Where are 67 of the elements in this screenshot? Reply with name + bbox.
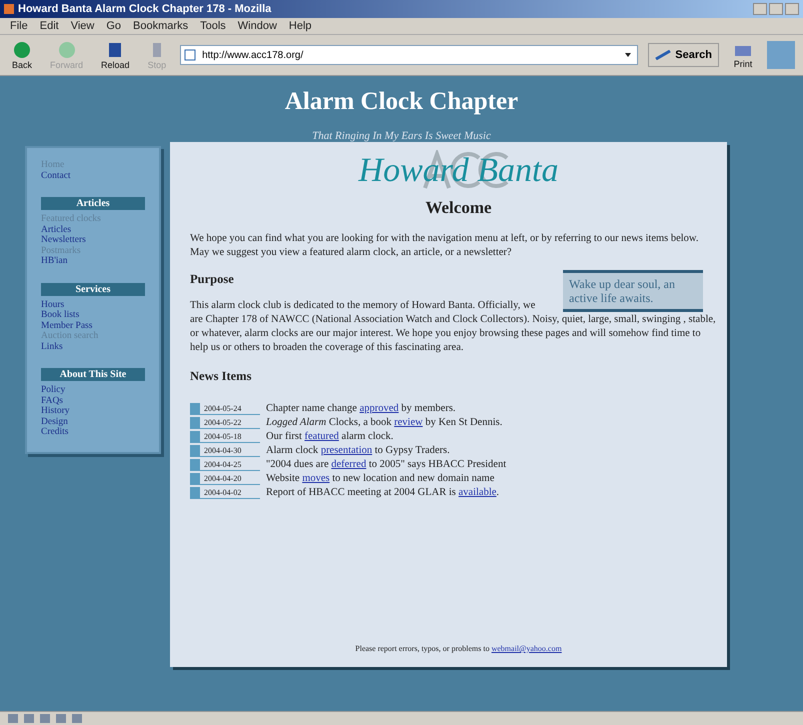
news-link[interactable]: approved <box>360 403 399 414</box>
news-link[interactable]: moves <box>302 473 330 484</box>
sidebar-heading: Articles <box>41 197 145 210</box>
sidebar-link[interactable]: Articles <box>41 224 72 235</box>
news-item: Website moves to new location and new domain name <box>266 472 494 485</box>
news-item: Chapter name change approved by members. <box>266 402 456 415</box>
menu-item[interactable]: Edit <box>40 20 59 32</box>
email-link[interactable]: webmail@yahoo.com <box>491 644 562 653</box>
intro-paragraph: We hope you can find what you are looking for with the navigation menu at left, or by referring to our news items below. May we suggest you view a featured alarm clock, an article, or a newsletter? <box>190 232 700 260</box>
section-heading: Purpose <box>190 272 234 287</box>
news-item: "2004 dues are deferred to 2005" says HBACC President <box>266 458 506 471</box>
news-item: Logged Alarm Clocks, a book review by Ken St Dennis. <box>266 416 502 429</box>
sidebar-link[interactable]: Hours <box>41 300 64 310</box>
site-tagline: That Ringing In My Ears Is Sweet Music <box>311 130 492 142</box>
sidebar-link[interactable]: Book lists <box>41 310 80 320</box>
sidebar-link[interactable]: Newsletters <box>41 235 86 246</box>
news-link[interactable]: featured <box>304 431 339 442</box>
menu-item[interactable]: Go <box>106 20 122 32</box>
news-link[interactable]: deferred <box>331 459 366 470</box>
address-input[interactable]: http://www.acc178.org/ <box>200 48 618 62</box>
menu-item[interactable]: Help <box>288 20 312 32</box>
news-link[interactable]: review <box>394 417 423 428</box>
sidebar-link[interactable]: HB'ian <box>41 256 68 266</box>
sidebar-link[interactable]: Policy <box>41 385 66 396</box>
news-link[interactable]: presentation <box>320 445 372 456</box>
page-icon <box>184 49 196 61</box>
news-date: 2004-04-20 <box>190 472 260 484</box>
quote-box: Wake up dear soul, an active life awaits. <box>563 270 703 312</box>
menu-item[interactable]: Tools <box>200 20 226 32</box>
sidebar-link[interactable]: Links <box>41 342 63 352</box>
toolbar-button[interactable]: Reload <box>97 40 134 70</box>
toolbar-button[interactable]: Back <box>8 40 36 70</box>
menu-item[interactable]: File <box>10 20 28 32</box>
news-item: Report of HBACC meeting at 2004 GLAR is available. <box>266 486 500 499</box>
news-date: 2004-05-22 <box>190 416 260 428</box>
section-heading: News Items <box>190 369 252 384</box>
news-link[interactable]: available <box>458 487 496 498</box>
news-item: Our first featured alarm clock. <box>266 430 394 443</box>
sidebar-link[interactable]: History <box>41 406 70 416</box>
news-date: 2004-04-02 <box>190 486 260 498</box>
sidebar-link[interactable]: Credits <box>41 427 68 438</box>
news-date: 2004-05-24 <box>190 402 260 414</box>
app-icon <box>4 4 14 14</box>
address-field[interactable]: http://www.acc178.org/ <box>180 45 638 65</box>
sidebar-link[interactable]: Contact <box>41 170 71 181</box>
news-date: 2004-05-18 <box>190 430 260 442</box>
page-heading: Welcome <box>424 198 493 218</box>
news-item: Alarm clock presentation to Gypsy Traders. <box>266 444 450 457</box>
print-button[interactable]: Print <box>729 42 757 68</box>
close-button[interactable] <box>785 3 799 15</box>
sidebar-heading: About This Site <box>41 368 145 381</box>
sidebar-heading: Services <box>41 282 145 296</box>
window-title: Howard Banta Alarm Clock Chapter 178 - Mozilla <box>18 3 272 15</box>
news-date: 2004-04-30 <box>190 444 260 456</box>
menu-item[interactable]: View <box>70 20 94 32</box>
menu-item[interactable]: Window <box>238 20 277 32</box>
maximize-button[interactable] <box>769 3 783 15</box>
sidebar-link[interactable]: Member Pass <box>41 320 92 331</box>
sidebar-link[interactable]: FAQs <box>41 396 63 406</box>
footer-note: Please report errors, typos, or problems to webmail@yahoo.com <box>355 644 562 653</box>
minimize-button[interactable] <box>753 3 767 15</box>
sidebar-link[interactable]: Design <box>41 416 68 427</box>
site-title: Alarm Clock Chapter <box>284 88 520 116</box>
news-date: 2004-04-25 <box>190 458 260 470</box>
menu-item[interactable]: Bookmarks <box>133 20 188 32</box>
search-button[interactable]: Search <box>648 43 719 67</box>
logo: Howard Banta <box>358 149 558 192</box>
